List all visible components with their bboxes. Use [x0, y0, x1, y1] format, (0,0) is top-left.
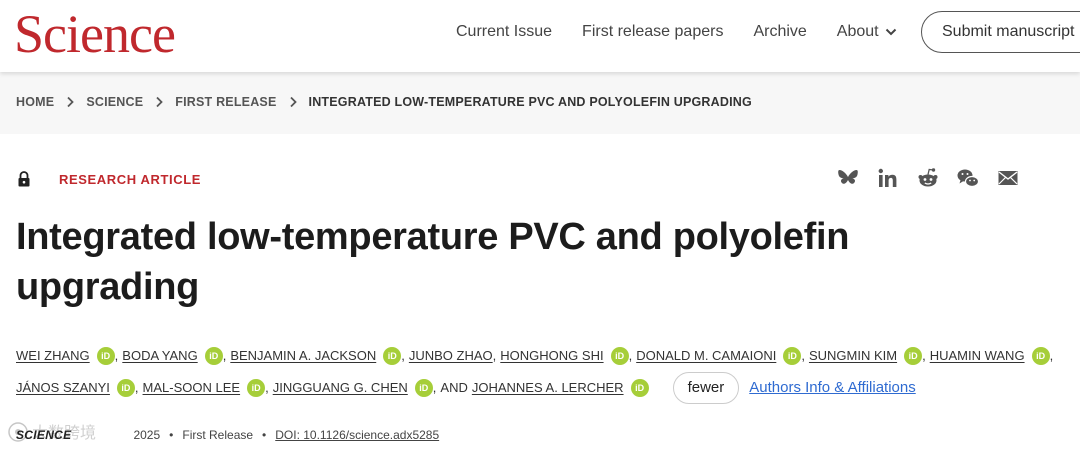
chevron-right-icon: [289, 96, 297, 108]
separator: ,: [1049, 348, 1054, 363]
separator: ,: [222, 348, 227, 363]
author-item: JUNBO ZHAO,: [409, 346, 500, 366]
orcid-icon[interactable]: iD: [204, 347, 223, 365]
title-line-1: Integrated low-temperature PVC and polyo…: [16, 216, 850, 258]
nav-about[interactable]: About: [837, 22, 897, 42]
author-row-2: JÁNOS SZANYI iD, MAL-SOON LEE iD, JINGGUAN…: [16, 372, 1056, 404]
separator: ,: [114, 348, 119, 363]
linkedin-icon[interactable]: [876, 166, 900, 190]
author-item: SUNGMIN KIM iD,: [809, 346, 930, 366]
author-link[interactable]: HONGHONG SHI: [500, 346, 603, 366]
author-link[interactable]: JOHANNES A. LERCHER: [472, 378, 624, 398]
separator: ,: [801, 348, 805, 363]
fewer-authors-button[interactable]: fewer: [672, 372, 740, 404]
main-nav: Current Issue First release papers Archi…: [456, 22, 927, 42]
author-link[interactable]: BODA YANG: [122, 346, 197, 366]
author-item: JOHANNES A. LERCHER iD: [472, 378, 649, 398]
author-item: BODA YANG iD,: [122, 346, 230, 366]
breadcrumb-current: INTEGRATED LOW-TEMPERATURE PVC AND POLYO…: [308, 95, 752, 109]
author-item: MAL-SOON LEE iD,: [143, 378, 273, 398]
and-text: AND: [440, 380, 468, 395]
publication-date: 2025: [133, 428, 161, 442]
title-line-2: upgrading: [16, 266, 200, 308]
author-item: HUAMIN WANG iD,: [930, 346, 1057, 366]
journal-name[interactable]: SCIENCE: [16, 428, 71, 442]
author-link[interactable]: DONALD M. CAMAIONI: [636, 346, 776, 366]
publication-meta: SCIENCE 2025 • First Release • DOI: 10.1…: [16, 428, 439, 442]
author-item: BENJAMIN A. JACKSON iD,: [230, 346, 409, 366]
nav-label: Current Issue: [456, 23, 553, 40]
article-title: Integrated low-temperature PVC and polyo…: [16, 212, 916, 312]
author-item: WEI ZHANG iD,: [16, 346, 122, 366]
breadcrumb-home[interactable]: HOME: [16, 95, 54, 109]
separator: ,: [134, 380, 139, 395]
author-item: JINGGUANG G. CHEN iD,: [273, 378, 441, 398]
chevron-right-icon: [156, 96, 164, 108]
orcid-icon[interactable]: iD: [1031, 347, 1050, 365]
orcid-icon[interactable]: iD: [247, 379, 266, 397]
author-item: HONGHONG SHI iD,: [500, 346, 636, 366]
author-row-1: WEI ZHANG iD, BODA YANG iD, BENJAMIN A. JA…: [16, 340, 1056, 372]
science-logo[interactable]: Science: [14, 6, 176, 62]
nav-current-issue[interactable]: Current Issue: [456, 22, 552, 42]
nav-archive[interactable]: Archive: [753, 22, 806, 42]
author-list: WEI ZHANG iD, BODA YANG iD, BENJAMIN A. JA…: [16, 340, 1056, 404]
bluesky-icon[interactable]: [836, 166, 860, 190]
author-link[interactable]: HUAMIN WANG: [930, 346, 1025, 366]
email-icon[interactable]: [996, 166, 1020, 190]
orcid-icon[interactable]: iD: [383, 347, 402, 365]
submit-manuscript-button[interactable]: Submit manuscript: [921, 11, 1080, 53]
doi-link[interactable]: DOI: 10.1126/science.adx5285: [275, 428, 439, 442]
author-link[interactable]: SUNGMIN KIM: [809, 346, 897, 366]
orcid-icon[interactable]: iD: [96, 347, 115, 365]
orcid-icon[interactable]: iD: [116, 379, 135, 397]
nav-label: First release papers: [582, 23, 724, 40]
wechat-icon[interactable]: [956, 166, 980, 190]
author-link[interactable]: MAL-SOON LEE: [143, 378, 241, 398]
orcid-icon[interactable]: iD: [610, 347, 629, 365]
author-link[interactable]: JINGGUANG G. CHEN: [273, 378, 408, 398]
separator-dot: •: [169, 428, 174, 442]
orcid-icon[interactable]: iD: [630, 379, 649, 397]
chevron-right-icon: [67, 96, 75, 108]
separator: ,: [492, 348, 497, 363]
author-link[interactable]: WEI ZHANG: [16, 346, 90, 366]
nav-first-release[interactable]: First release papers: [582, 22, 723, 42]
lock-icon: [18, 171, 30, 187]
author-link[interactable]: JUNBO ZHAO: [409, 346, 493, 366]
nav-label: About: [836, 23, 879, 40]
breadcrumb-science[interactable]: SCIENCE: [86, 95, 143, 109]
separator: ,: [265, 380, 269, 395]
author-item: DONALD M. CAMAIONI iD,: [636, 346, 809, 366]
orcid-icon[interactable]: iD: [904, 347, 923, 365]
share-toolbar: [836, 166, 1036, 190]
release-label: First Release: [182, 428, 254, 442]
separator: ,: [401, 348, 405, 363]
article-type-row: RESEARCH ARTICLE: [16, 170, 201, 188]
orcid-icon[interactable]: iD: [783, 347, 802, 365]
site-header: Science Current Issue First release pape…: [0, 0, 1080, 72]
author-link[interactable]: BENJAMIN A. JACKSON: [230, 346, 376, 366]
chevron-down-icon: [885, 28, 896, 36]
orcid-icon[interactable]: iD: [414, 379, 433, 397]
separator: ,: [628, 348, 633, 363]
author-link[interactable]: JÁNOS SZANYI: [16, 378, 110, 398]
breadcrumb-bar: HOME SCIENCE FIRST RELEASE INTEGRATED LO…: [0, 72, 1080, 134]
breadcrumb-first-release[interactable]: FIRST RELEASE: [175, 95, 276, 109]
breadcrumb: HOME SCIENCE FIRST RELEASE INTEGRATED LO…: [16, 95, 752, 109]
article-type: RESEARCH ARTICLE: [59, 171, 202, 187]
reddit-icon[interactable]: [916, 166, 940, 190]
nav-label: Archive: [753, 23, 807, 40]
authors-info-affiliations-link[interactable]: Authors Info & Affiliations: [749, 378, 916, 398]
separator: ,: [432, 380, 437, 395]
separator-dot: •: [262, 428, 267, 442]
separator: ,: [922, 348, 926, 363]
author-item: JÁNOS SZANYI iD,: [16, 378, 143, 398]
